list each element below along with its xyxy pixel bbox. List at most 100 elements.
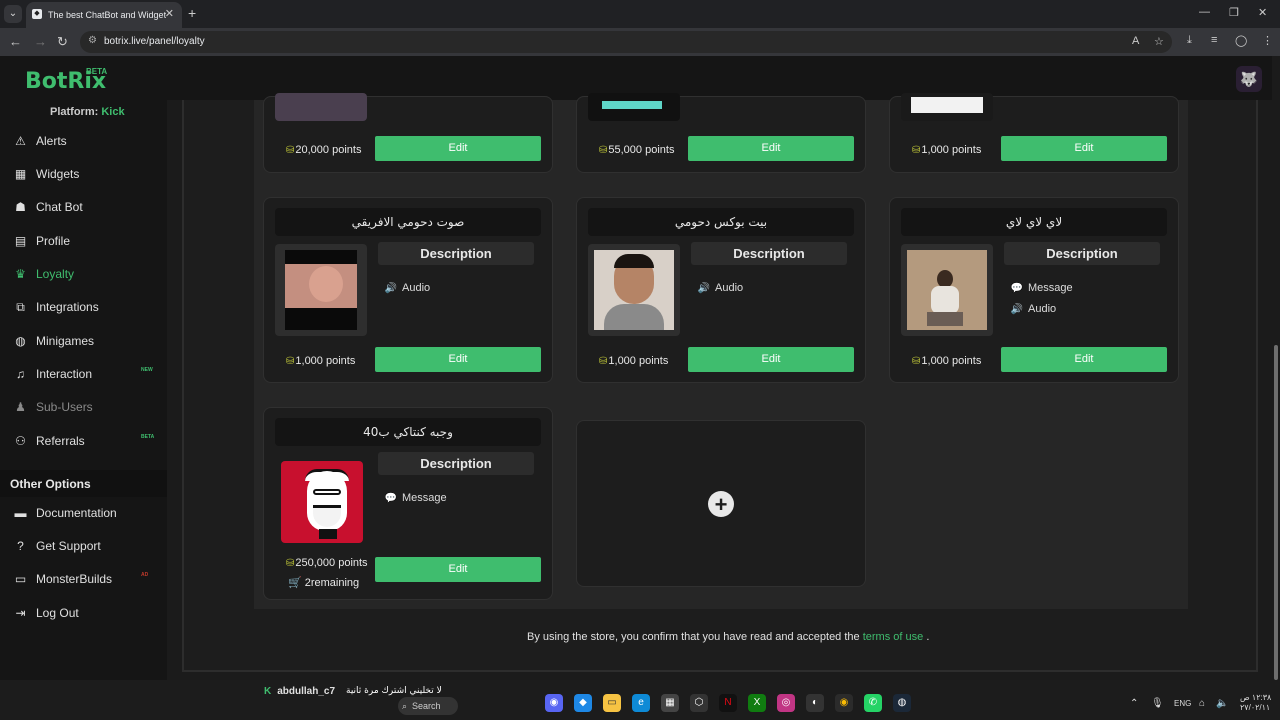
sidebar-item-referrals[interactable]: ⚇ Referrals <box>12 434 85 454</box>
robot-icon: ☗ <box>15 200 26 214</box>
laptop-icon: ▭ <box>14 572 27 586</box>
steam-icon[interactable]: ◍ <box>893 694 911 712</box>
download-icon[interactable]: ⤓ <box>1187 34 1192 47</box>
volume-icon: 🔊 <box>384 283 398 294</box>
clock-date: ٢٧/٠٢/١١ <box>1240 703 1271 712</box>
discord-icon[interactable]: ◉ <box>545 694 563 712</box>
item-thumbnail <box>588 244 680 336</box>
feature-audio: 🔊 Audio <box>697 282 744 294</box>
item-points: ⛁20,000 points <box>286 144 362 156</box>
media-control-icon[interactable]: ≡ <box>1211 34 1217 46</box>
browser-menu-icon[interactable]: ⋮ <box>1262 34 1273 47</box>
sidebar-item-get-support[interactable]: ? Get Support <box>12 539 101 559</box>
item-thumbnail <box>275 244 367 336</box>
item-thumbnail <box>275 93 367 121</box>
tab-search-button[interactable]: ⌄ <box>4 5 22 23</box>
copilot-icon[interactable]: ◆ <box>574 694 592 712</box>
language-indicator[interactable]: ENG <box>1174 699 1191 708</box>
coins-icon: ⛁ <box>286 356 295 367</box>
terms-of-use-link[interactable]: terms of use <box>863 631 924 643</box>
window-close-button[interactable]: ✕ <box>1258 6 1267 19</box>
platform-value: Kick <box>101 106 125 118</box>
site-info-icon[interactable]: ⚙ <box>88 35 97 46</box>
microphone-icon[interactable]: 🎙 <box>1151 698 1164 709</box>
sidebar-item-monsterbuilds[interactable]: ▭ MonsterBuilds <box>12 572 112 592</box>
instagram-icon[interactable]: ◎ <box>777 694 795 712</box>
back-button[interactable]: ← <box>9 34 22 49</box>
gamepad-icon: ◍ <box>15 334 26 348</box>
grid-icon: ▦ <box>14 167 27 181</box>
edit-button[interactable]: Edit <box>375 557 541 582</box>
sidebar-item-interaction[interactable]: ♫ Interaction <box>12 367 92 387</box>
clock[interactable]: ١٢:٣٨ ص ٢٧/٠٢/١١ <box>1240 693 1271 713</box>
feature-message: 💬 Message <box>384 492 447 504</box>
coins-icon: ⛁ <box>599 356 608 367</box>
terms-period: . <box>926 631 930 643</box>
sidebar <box>0 100 167 680</box>
sidebar-item-profile[interactable]: ▤ Profile <box>12 234 70 254</box>
edit-button[interactable]: Edit <box>1001 136 1167 161</box>
taskbar-search-box[interactable]: ⌕ Search <box>398 697 458 715</box>
translate-icon[interactable]: A <box>1132 35 1139 47</box>
sidebar-item-sub-users[interactable]: ♟ Sub-Users <box>12 400 93 420</box>
site-favicon-icon: ◆ <box>32 9 42 19</box>
scrollbar-thumb[interactable] <box>1274 345 1278 680</box>
sidebar-item-documentation[interactable]: ▬ Documentation <box>12 506 117 526</box>
app-icon[interactable]: ⬡ <box>690 694 708 712</box>
ad-badge: AD <box>141 572 149 578</box>
item-points: ⛁1,000 points <box>912 144 982 156</box>
new-tab-button[interactable]: + <box>188 5 196 21</box>
minimize-button[interactable]: — <box>1199 6 1210 18</box>
kick-icon: K <box>264 686 272 697</box>
xbox-icon[interactable]: X <box>748 694 766 712</box>
chat-overlay-user: Kabdullah_c7 <box>264 686 336 697</box>
app-icon-2[interactable]: ◐ <box>806 694 824 712</box>
sidebar-item-minigames[interactable]: ◍ Minigames <box>12 334 94 354</box>
question-icon: ? <box>17 539 24 553</box>
item-points: ⛁1,000 points <box>599 355 669 367</box>
reload-button[interactable]: ↻ <box>57 34 68 50</box>
sidebar-item-widgets[interactable]: ▦ Widgets <box>12 167 80 187</box>
edit-button[interactable]: Edit <box>375 136 541 161</box>
address-bar[interactable]: ⚙ botrix.live/panel/loyalty A ☆ <box>80 31 1172 53</box>
tray-overflow-icon[interactable]: ⌃ <box>1130 698 1138 709</box>
volume-tray-icon[interactable]: 🔈 <box>1216 698 1228 709</box>
store-item-card: صوت دحومي الافريقي Description 🔊 Audio ⛁1… <box>263 197 553 383</box>
edit-button[interactable]: Edit <box>688 347 854 372</box>
sidebar-item-chat-bot[interactable]: ☗ Chat Bot <box>12 200 83 220</box>
file-explorer-icon[interactable]: ▭ <box>603 694 621 712</box>
platform-label: Platform: <box>50 106 99 118</box>
edge-icon[interactable]: e <box>632 694 650 712</box>
netflix-icon[interactable]: N <box>719 694 737 712</box>
sidebar-item-loyalty[interactable]: ♛ Loyalty <box>12 267 74 287</box>
store-icon[interactable]: ▦ <box>661 694 679 712</box>
sidebar-item-alerts[interactable]: ⚠ Alerts <box>12 134 67 154</box>
plus-circle-icon[interactable]: + <box>708 491 734 517</box>
logo-beta-badge: BETA <box>86 67 108 76</box>
whatsapp-icon[interactable]: ✆ <box>864 694 882 712</box>
user-avatar[interactable]: 🐺 <box>1236 66 1262 92</box>
description-heading: Description <box>691 242 847 265</box>
logout-icon: ⇥ <box>15 606 26 620</box>
profile-icon[interactable]: ◯ <box>1235 34 1247 47</box>
feature-audio: 🔊 Audio <box>384 282 431 294</box>
forward-button[interactable]: → <box>34 34 47 49</box>
sidebar-item-integrations[interactable]: ⧉ Integrations <box>12 300 99 320</box>
users-icon: ♟ <box>15 400 26 414</box>
network-icon[interactable]: ⌂ <box>1199 698 1205 709</box>
coins-icon: ⛁ <box>286 145 295 156</box>
edit-button[interactable]: Edit <box>375 347 541 372</box>
edit-button[interactable]: Edit <box>688 136 854 161</box>
sidebar-item-log-out[interactable]: ⇥ Log Out <box>12 606 78 626</box>
browser-tab[interactable]: ◆ The best ChatBot and Widgets ✕ <box>26 2 182 28</box>
bookmark-star-icon[interactable]: ☆ <box>1154 35 1164 48</box>
chrome-icon[interactable]: ◉ <box>835 694 853 712</box>
item-remaining: 🛒 2remaining <box>288 577 360 589</box>
restore-button[interactable]: ❐ <box>1229 6 1239 19</box>
edit-button[interactable]: Edit <box>1001 347 1167 372</box>
comment-icon: 💬 <box>1010 283 1024 294</box>
add-item-card[interactable]: + <box>576 420 866 587</box>
tab-close-icon[interactable]: ✕ <box>165 7 174 20</box>
item-title: بيت بوكس دحومي <box>588 208 854 236</box>
address-bar-row: ← → ↻ ⚙ botrix.live/panel/loyalty A ☆ ⤓ … <box>0 28 1280 56</box>
